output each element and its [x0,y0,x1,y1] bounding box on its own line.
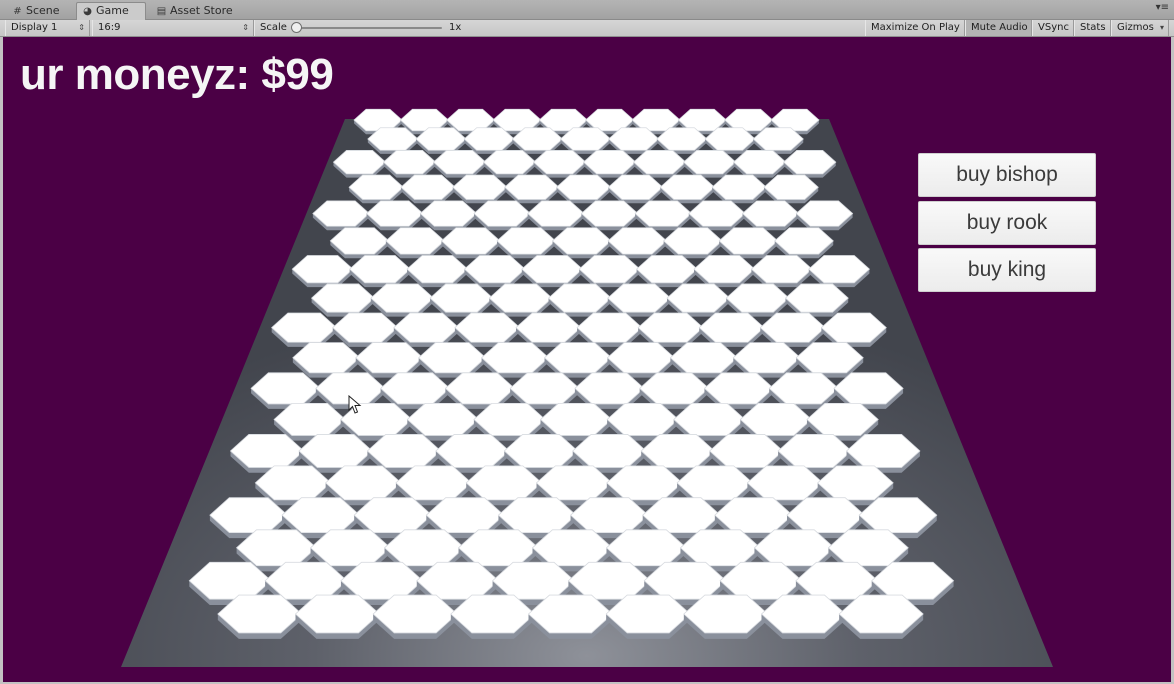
gizmos-dropdown[interactable]: Gizmos ▾ [1111,20,1169,36]
editor-tab-bar: # Scene ◕ Game ▤ Asset Store ▾≡ [0,0,1174,20]
updown-arrow-icon: ⇕ [78,23,85,32]
display-dropdown[interactable]: Display 1 ⇕ [5,20,90,36]
gizmos-label: Gizmos [1117,22,1154,33]
mute-audio-toggle[interactable]: Mute Audio [965,20,1032,36]
tab-asset-store[interactable]: ▤ Asset Store [150,2,246,19]
tab-scene-label: Scene [26,4,60,17]
vsync-toggle[interactable]: VSync [1032,20,1074,36]
scale-label: Scale [254,20,290,36]
maximize-on-play-toggle[interactable]: Maximize On Play [865,20,965,36]
aspect-value: 16:9 [98,22,121,33]
pacman-icon: ◕ [83,6,92,17]
tab-game-label: Game [96,4,129,17]
scale-slider-handle[interactable] [291,22,302,33]
aspect-dropdown[interactable]: 16:9 ⇕ [92,20,254,36]
updown-arrow-icon: ⇕ [242,23,249,32]
hex-board-scene [121,108,1053,667]
tab-scene[interactable]: # Scene [6,2,74,19]
store-icon: ▤ [156,6,167,17]
menu-icon[interactable]: ▾≡ [1156,2,1169,13]
scale-value: 1x [449,22,462,33]
grid-icon: # [13,6,22,17]
buy-rook-button[interactable]: buy rook [918,201,1096,245]
tab-asset-store-label: Asset Store [170,4,233,17]
dropdown-arrow-icon: ▾ [1159,23,1164,32]
money-label: ur moneyz: $99 [20,50,334,99]
display-value: Display 1 [11,22,58,33]
buy-king-button[interactable]: buy king [918,248,1096,292]
game-view-toolbar: Display 1 ⇕ 16:9 ⇕ Scale 1x Maximize On … [0,20,1174,37]
game-viewport[interactable]: ur moneyz: $99 buy bishop buy rook buy k… [3,37,1171,682]
mouse-cursor-icon [348,395,362,414]
scale-slider[interactable] [296,27,442,29]
tab-game[interactable]: ◕ Game [76,2,146,20]
buy-bishop-button[interactable]: buy bishop [918,153,1096,197]
stats-toggle[interactable]: Stats [1074,20,1111,36]
